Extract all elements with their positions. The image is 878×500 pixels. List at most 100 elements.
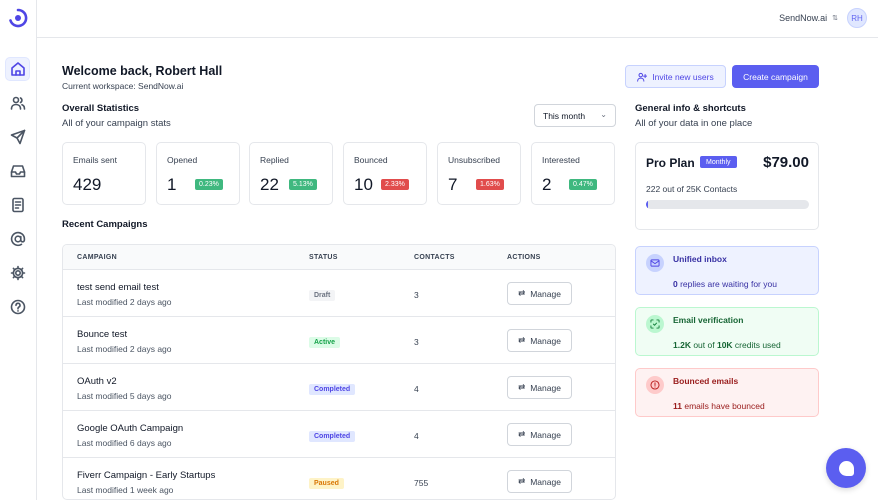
manage-label: Manage xyxy=(530,382,561,393)
sliders-icon: ⇄ xyxy=(518,382,526,392)
plan-usage-bar xyxy=(646,200,809,209)
bounced-emails-description: 11 emails have bounced xyxy=(673,401,765,411)
sidebar-item-settings[interactable] xyxy=(5,261,30,285)
campaign-name[interactable]: Fiverr Campaign - Early Startups xyxy=(77,470,215,481)
campaign-modified: Last modified 6 days ago xyxy=(77,438,172,448)
table-row[interactable]: Google OAuth Campaign Last modified 6 da… xyxy=(63,411,615,458)
avatar[interactable]: RH xyxy=(847,8,867,28)
stat-card-interested: Interested 2 0.47% xyxy=(531,142,615,205)
manage-button[interactable]: ⇄ Manage xyxy=(507,282,572,305)
stat-percent-badge: 5.13% xyxy=(289,179,317,190)
table-row[interactable]: OAuth v2 Last modified 5 days ago Comple… xyxy=(63,364,615,411)
status-badge: Draft xyxy=(309,290,336,301)
status-badge: Completed xyxy=(309,431,356,442)
campaign-name[interactable]: OAuth v2 xyxy=(77,376,117,387)
email-verification-title: Email verification xyxy=(673,315,744,325)
stat-card-opened: Opened 1 0.23% xyxy=(156,142,240,205)
stat-percent-badge: 0.47% xyxy=(569,179,597,190)
sidebar-item-help[interactable] xyxy=(5,295,30,319)
unified-inbox-title: Unified inbox xyxy=(673,254,727,264)
status-badge: Active xyxy=(309,337,341,348)
plan-usage-fill xyxy=(646,200,648,209)
table-row[interactable]: test send email test Last modified 2 day… xyxy=(63,270,615,317)
home-icon xyxy=(10,62,25,76)
current-workspace-label: Current workspace: SendNow.ai xyxy=(62,81,184,91)
manage-label: Manage xyxy=(530,429,561,440)
table-row[interactable]: Fiverr Campaign - Early Startups Last mo… xyxy=(63,458,615,499)
plan-card: Pro Plan Monthly $79.00 222 out of 25K C… xyxy=(635,142,819,230)
sidebar-item-templates[interactable] xyxy=(5,193,30,217)
recent-campaigns-title: Recent Campaigns xyxy=(62,219,148,230)
chevron-down-icon: ⌄ xyxy=(600,110,607,119)
alert-circle-icon xyxy=(646,376,664,394)
sidebar-item-email-accounts[interactable] xyxy=(5,227,30,251)
stat-label: Emails sent xyxy=(73,155,117,165)
invite-users-label: Invite new users xyxy=(652,71,714,82)
unified-inbox-card[interactable]: Unified inbox 0 replies are waiting for … xyxy=(635,246,819,295)
campaign-modified: Last modified 1 week ago xyxy=(77,485,174,495)
table-row[interactable]: Bounce test Last modified 2 days ago Act… xyxy=(63,317,615,364)
stat-value: 22 xyxy=(260,175,279,194)
manage-button[interactable]: ⇄ Manage xyxy=(507,423,572,446)
stat-value: 7 xyxy=(448,175,458,194)
create-campaign-button[interactable]: Create campaign xyxy=(732,65,819,88)
sliders-icon: ⇄ xyxy=(518,429,526,439)
overall-statistics-title: Overall Statistics xyxy=(62,103,140,114)
campaign-name[interactable]: Google OAuth Campaign xyxy=(77,423,183,434)
chat-bubble-icon xyxy=(838,460,854,476)
period-select[interactable]: This month ⌄ xyxy=(534,104,616,127)
chevron-updown-icon: ⇅ xyxy=(832,15,838,22)
email-verification-card[interactable]: Email verification 1.2K out of 10K credi… xyxy=(635,307,819,356)
manage-button[interactable]: ⇄ Manage xyxy=(507,329,572,352)
stat-percent-badge: 2.33% xyxy=(381,179,409,190)
at-sign-icon xyxy=(10,231,25,247)
stat-label: Interested xyxy=(542,155,580,165)
inbox-icon xyxy=(646,254,664,272)
plan-contacts-usage: 222 out of 25K Contacts xyxy=(646,184,738,194)
sliders-icon: ⇄ xyxy=(518,476,526,486)
bounced-emails-title: Bounced emails xyxy=(673,376,739,386)
manage-button[interactable]: ⇄ Manage xyxy=(507,470,572,493)
sidebar-item-contacts[interactable] xyxy=(5,91,30,115)
campaign-name[interactable]: test send email test xyxy=(77,282,159,293)
overall-statistics-subtitle: All of your campaign stats xyxy=(62,118,171,129)
users-icon xyxy=(10,96,25,110)
bounced-emails-card[interactable]: Bounced emails 11 emails have bounced xyxy=(635,368,819,417)
stat-value: 2 xyxy=(542,175,552,194)
stat-label: Replied xyxy=(260,155,289,165)
sidebar-item-home[interactable] xyxy=(5,57,30,81)
invite-users-button[interactable]: Invite new users xyxy=(625,65,726,88)
campaign-modified: Last modified 5 days ago xyxy=(77,391,172,401)
app-logo[interactable] xyxy=(8,8,28,28)
plan-billing-badge: Monthly xyxy=(700,156,737,168)
manage-label: Manage xyxy=(530,288,561,299)
plan-price: $79.00 xyxy=(763,154,809,171)
sidebar-item-inbox[interactable] xyxy=(5,159,30,183)
manage-button[interactable]: ⇄ Manage xyxy=(507,376,572,399)
sidebar-item-campaigns[interactable] xyxy=(5,125,30,149)
document-icon xyxy=(11,197,24,213)
manage-label: Manage xyxy=(530,476,561,487)
scan-icon xyxy=(646,315,664,333)
status-badge: Paused xyxy=(309,478,344,489)
manage-label: Manage xyxy=(530,335,561,346)
inbox-icon xyxy=(10,165,25,178)
workspace-name: SendNow.ai xyxy=(779,13,828,23)
stat-percent-badge: 0.23% xyxy=(195,179,223,190)
chat-launcher-button[interactable] xyxy=(826,448,866,488)
send-icon xyxy=(10,129,25,145)
stat-label: Bounced xyxy=(354,155,388,165)
sliders-icon: ⇄ xyxy=(518,335,526,345)
column-header-campaign: CAMPAIGN xyxy=(77,254,117,261)
stat-value: 1 xyxy=(167,175,177,194)
campaign-name[interactable]: Bounce test xyxy=(77,329,127,340)
workspace-switcher[interactable]: SendNow.ai ⇅ xyxy=(779,13,838,23)
top-bar: SendNow.ai ⇅ RH xyxy=(37,0,878,38)
contacts-count: 4 xyxy=(414,431,419,441)
plan-name: Pro Plan xyxy=(646,156,695,170)
column-header-actions: ACTIONS xyxy=(507,254,541,261)
help-icon xyxy=(10,299,25,315)
campaign-modified: Last modified 2 days ago xyxy=(77,344,172,354)
campaign-modified: Last modified 2 days ago xyxy=(77,297,172,307)
stat-card-bounced: Bounced 10 2.33% xyxy=(343,142,427,205)
